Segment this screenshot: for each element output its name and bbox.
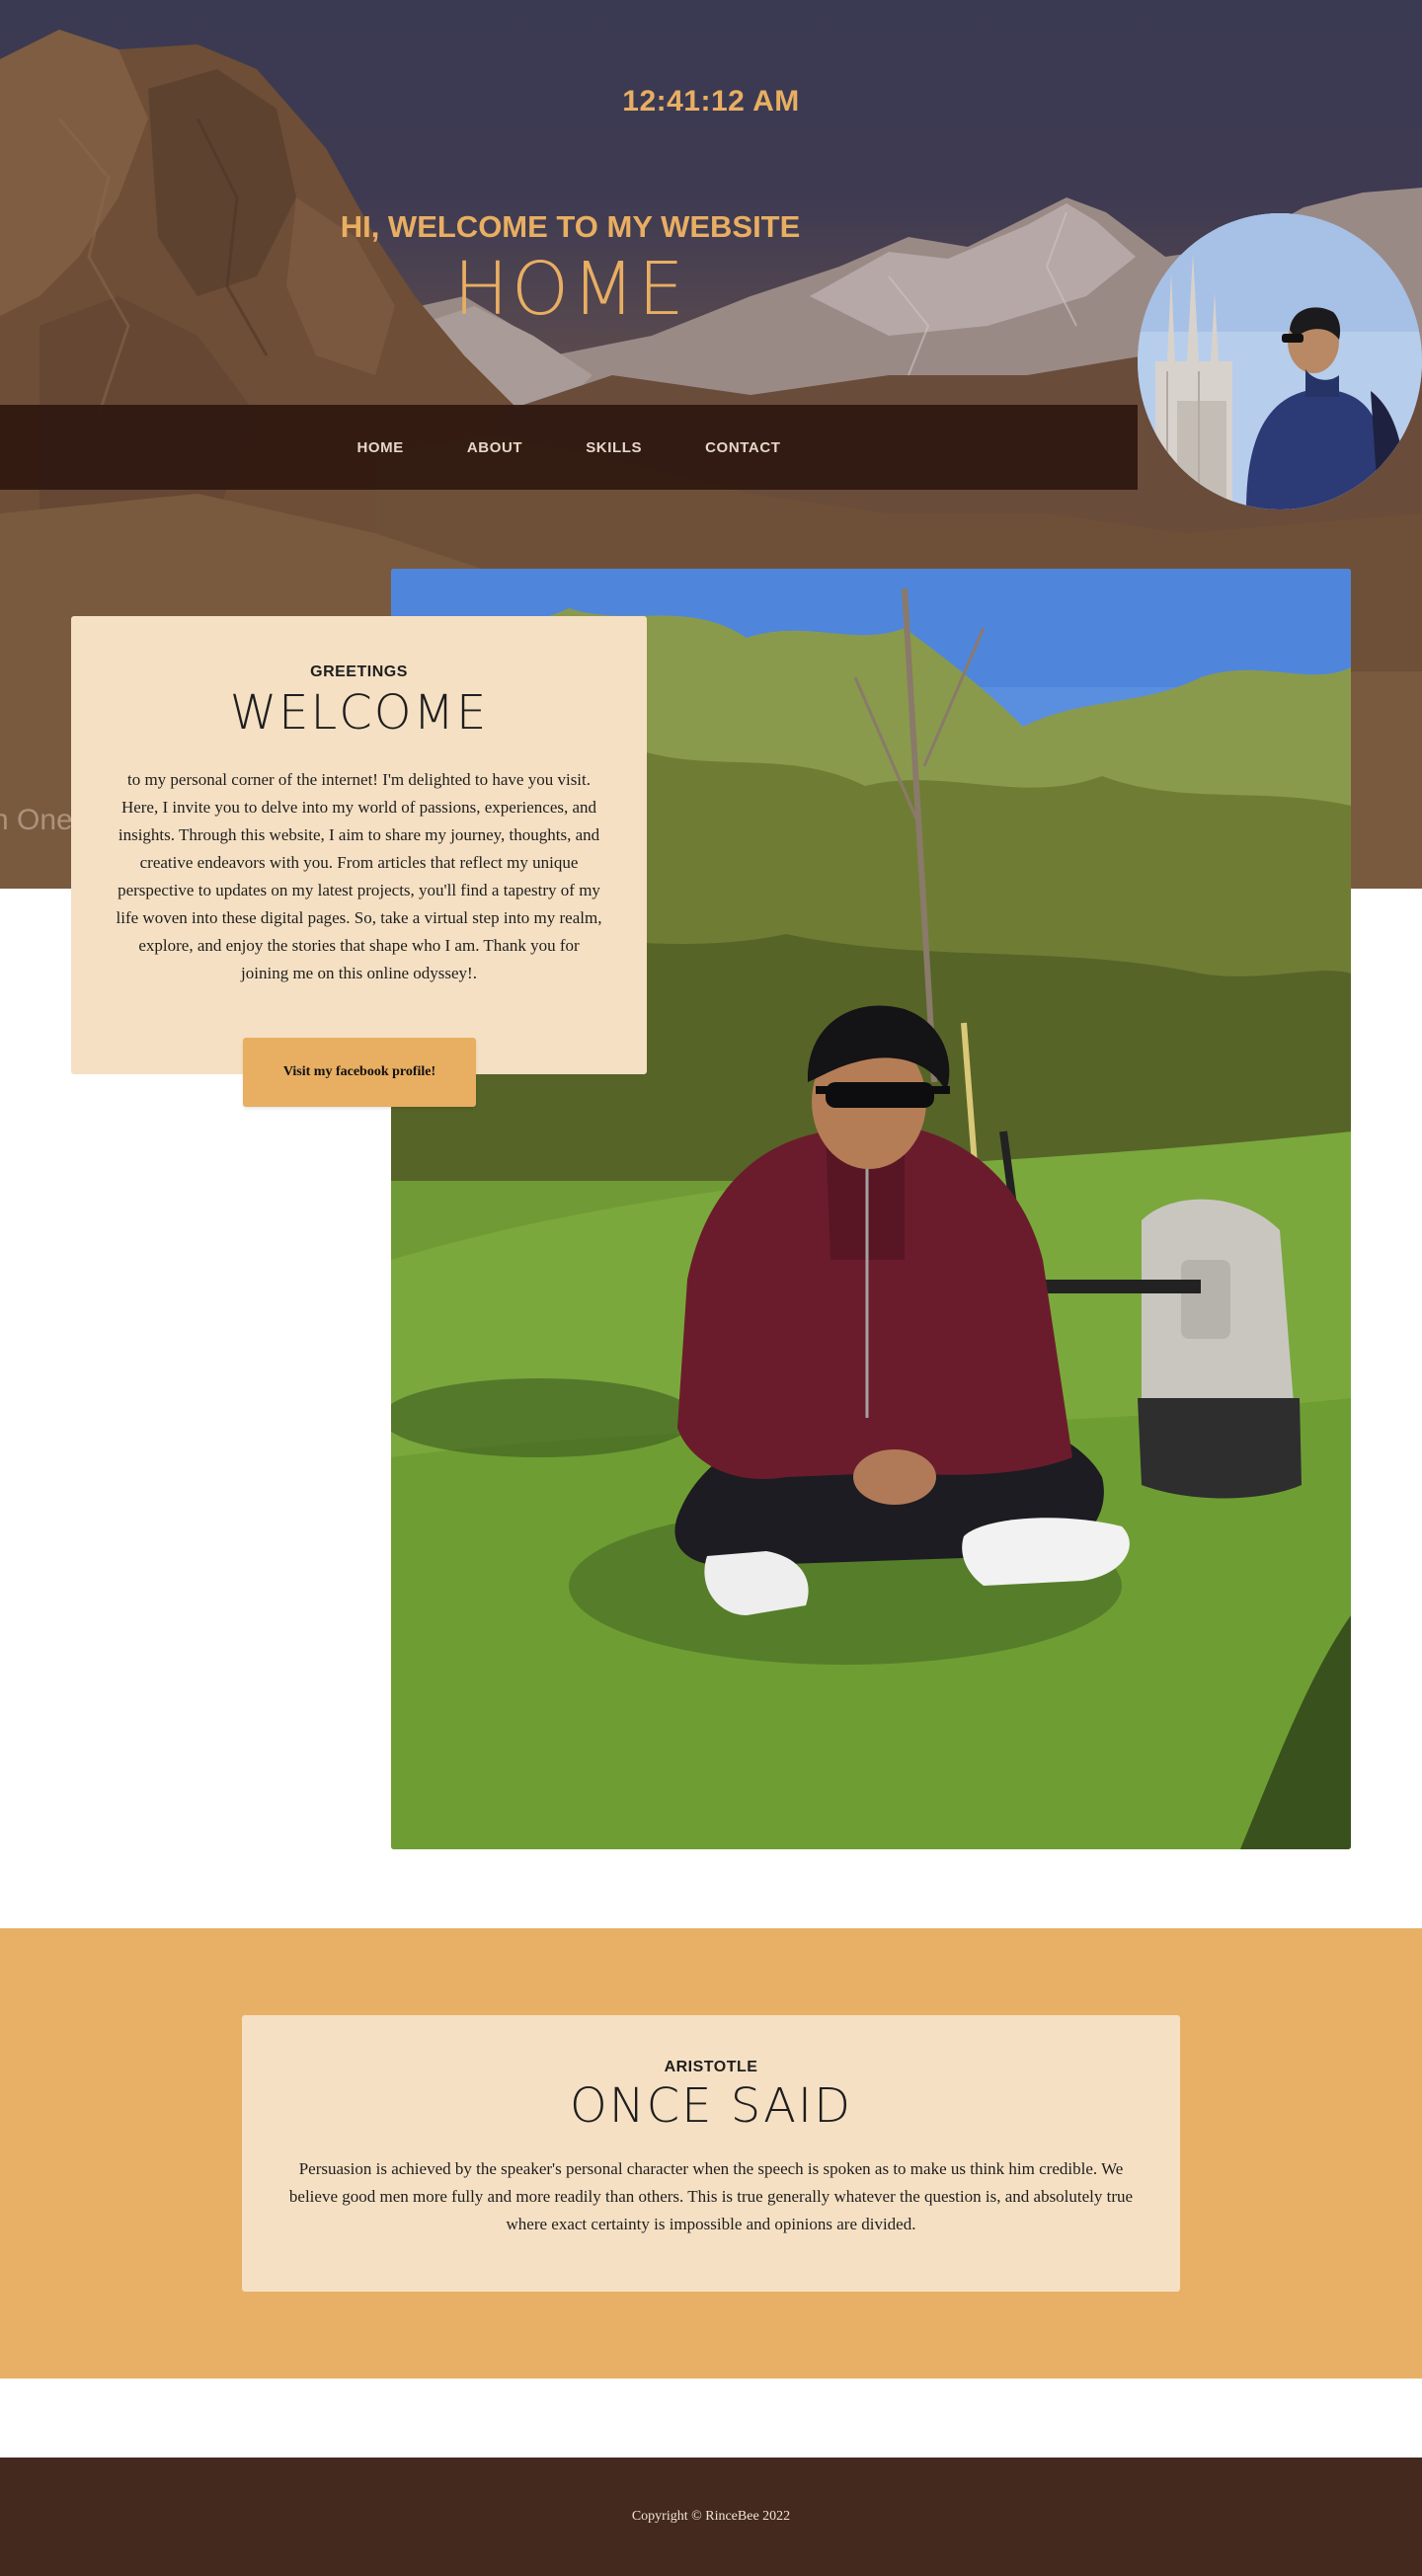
visit-facebook-button[interactable]: Visit my facebook profile! [243,1038,476,1107]
greeting-body-text: to my personal corner of the internet! I… [116,770,602,982]
hero-welcome-heading: HI, WELCOME TO MY WEBSITE [340,209,801,244]
faded-hero-text: n One [0,804,73,836]
quote-card: ARISTOTLE ONCE SAID Persuasion is achiev… [242,2015,1180,2292]
page-title: HOME [453,247,687,332]
avatar-photo [1138,213,1422,509]
nav-link-about[interactable]: ABOUT [435,439,554,456]
greeting-title: WELCOME [229,685,489,741]
quote-section: ARISTOTLE ONCE SAID Persuasion is achiev… [0,1928,1422,2379]
main-navbar: HOME ABOUT SKILLS CONTACT [0,405,1138,490]
copyright-text: Copyright © RinceBee 2022 [631,2509,791,2524]
profile-avatar [1138,213,1422,509]
nav-link-home[interactable]: HOME [325,439,434,456]
quote-title: ONCE SAID [569,2078,853,2134]
page-footer: Copyright © RinceBee 2022 [0,2458,1422,2576]
greeting-kicker: GREETINGS [310,664,408,680]
quote-author: ARISTOTLE [664,2059,758,2075]
nav-link-contact[interactable]: CONTACT [673,439,812,456]
live-clock: 12:41:12 AM [622,85,800,117]
quote-text: Persuasion is achieved by the speaker's … [288,2159,1134,2233]
greeting-card: GREETINGS WELCOME to my personal corner … [71,616,647,1074]
nav-link-skills[interactable]: SKILLS [554,439,673,456]
